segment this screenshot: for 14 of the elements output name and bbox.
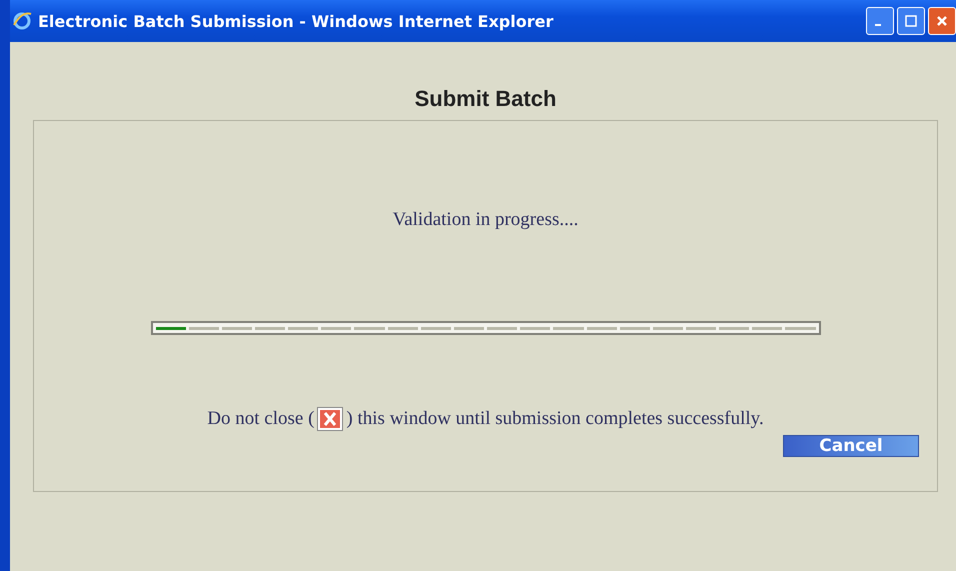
close-icon (935, 14, 949, 28)
minimize-button[interactable] (866, 7, 894, 35)
window-title: Electronic Batch Submission - Windows Internet Explorer (38, 12, 554, 30)
close-icon (317, 407, 344, 431)
notice-text: Do not close ( (207, 408, 314, 430)
maximize-button[interactable] (897, 7, 925, 35)
cancel-button[interactable]: Cancel (783, 435, 919, 457)
minimize-icon (875, 24, 881, 26)
dialog-heading: Submit Batch (414, 86, 558, 112)
notice-text: ) this window until submission completes successfully. (346, 408, 764, 430)
close-button[interactable] (928, 7, 956, 35)
maximize-icon (904, 14, 918, 28)
status-text: Validation in progress.... (392, 209, 578, 231)
browser-logo-icon (12, 11, 32, 31)
